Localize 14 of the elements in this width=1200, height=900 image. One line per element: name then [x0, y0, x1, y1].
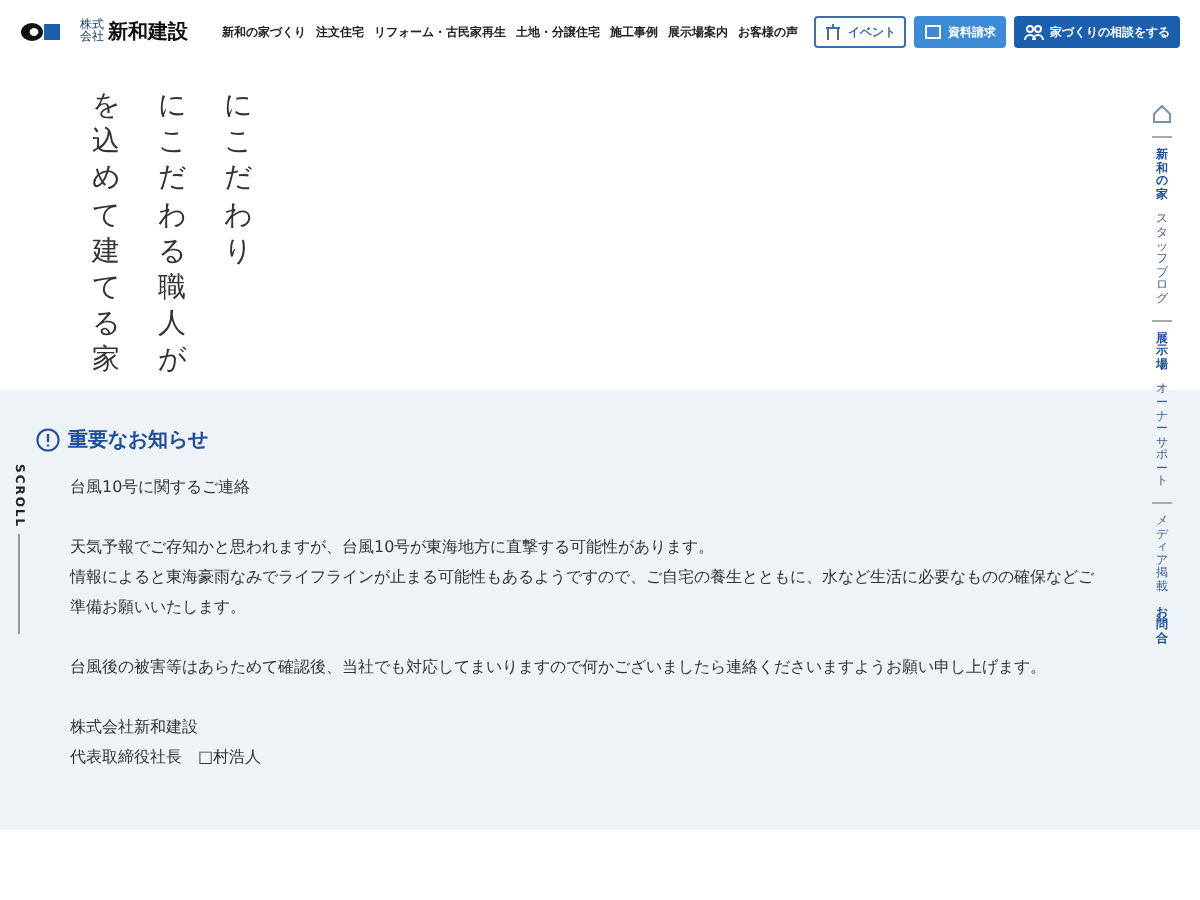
notice-text: 台風10号に関するご連絡: [70, 478, 251, 496]
headline-column: を込めて建てる家: [92, 88, 120, 390]
notice-text: 株式会社新和建設: [70, 718, 198, 736]
home-icon[interactable]: [1152, 104, 1172, 124]
logo-text: 新和建設: [108, 18, 188, 46]
headline-column: にこだわる職人が: [158, 88, 186, 390]
notice-title: 重要なお知らせ: [68, 427, 208, 454]
notice-text: 天気予報でご存知かと思われますが、台風10号が東海地方に直撃する可能性があります。: [70, 538, 715, 556]
notice-text: 情報によると東海豪雨なみでライフラインが止まる可能性もあるようですので、ご自宅の養生とともに、水など生活に必要なものの確保などご準備お願いいたします。: [70, 568, 1094, 616]
headline-column: にこだわり: [224, 88, 252, 390]
notice-text: 代表取締役社長 □村浩人: [70, 748, 262, 766]
alert-icon: [36, 428, 60, 452]
people-icon: [1024, 24, 1044, 40]
notice-text: 台風後の被害等はあらためて確認後、当社でも対応してまいりますので何かございましたら連絡くださいますようお願い申し上げます。: [70, 658, 1046, 676]
